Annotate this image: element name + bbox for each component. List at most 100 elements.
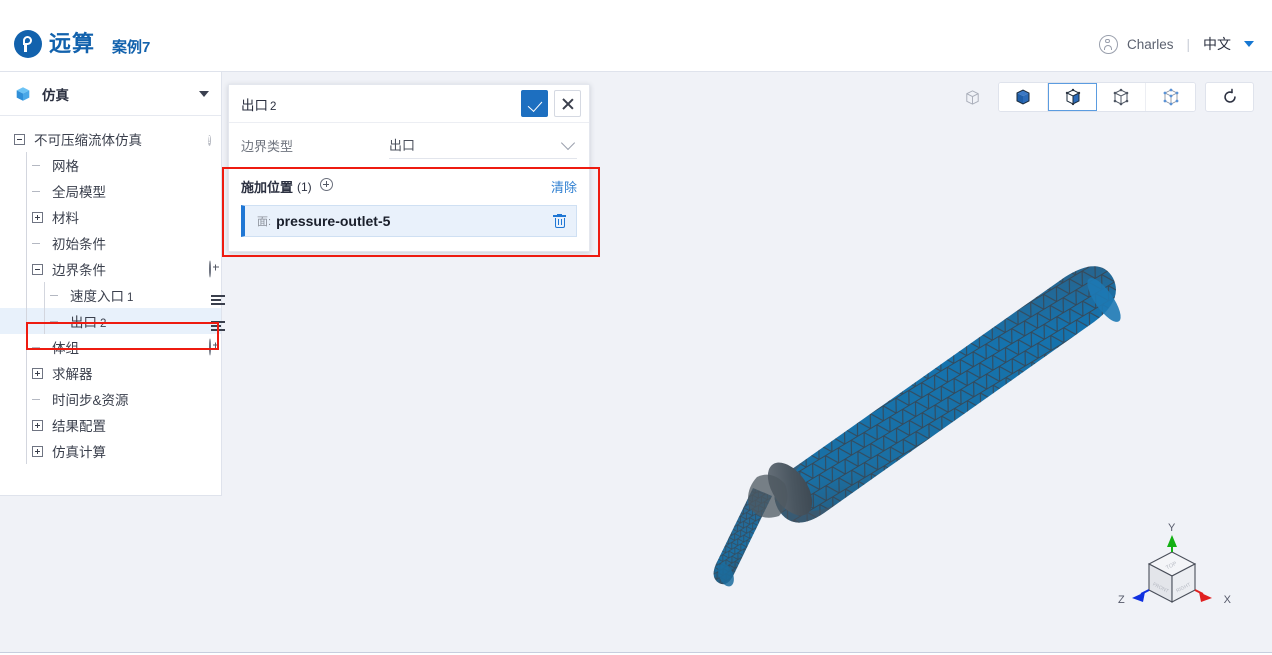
tree-header[interactable]: 仿真	[0, 72, 221, 116]
simulation-tree-panel: 仿真 不可压缩流体仿真! 网格全局模型材料初始条件边界条件速度入口 1 出口 2 体组求解…	[0, 72, 225, 496]
tree-item-4[interactable]: 初始条件	[0, 230, 221, 256]
tree-item-label: 时间步&资源	[52, 393, 129, 408]
tree-connector-line	[26, 256, 27, 282]
applied-location-section: 施加位置 (1) 清除 面: pressure-outlet-5	[229, 167, 589, 251]
tree-item-0[interactable]: 不可压缩流体仿真!	[0, 126, 221, 152]
expand-icon[interactable]	[32, 445, 43, 457]
axis-label-x: X	[1223, 594, 1231, 606]
chevron-down-icon	[560, 135, 576, 150]
tree-connector-line	[26, 334, 27, 360]
tree-connector-line	[26, 282, 27, 308]
shading-mode-solid-edges-button[interactable]	[1048, 83, 1097, 111]
brand[interactable]: 远算	[14, 30, 95, 58]
info-icon[interactable]: !	[207, 131, 211, 147]
tree-connector-line	[44, 308, 45, 334]
boundary-condition-panel: 出口 2 边界类型 出口 施加位置 (1) 清除 面: pressure-outl…	[228, 84, 590, 252]
cancel-button[interactable]	[554, 90, 581, 117]
tree-branch-line-icon	[32, 394, 43, 405]
tree-item-label: 全局模型	[52, 185, 106, 200]
collapse-icon[interactable]	[32, 263, 43, 275]
expand-icon[interactable]	[32, 211, 43, 223]
tree-item-8[interactable]: 体组	[0, 334, 221, 360]
tree-branch-line-icon	[32, 238, 43, 249]
tree-item-label: 仿真计算	[52, 445, 106, 460]
tree-connector-line	[26, 386, 27, 412]
tree-item-label: 体组	[52, 341, 79, 356]
tree-item-10[interactable]: 时间步&资源	[0, 386, 221, 412]
tree-item-9[interactable]: 求解器	[0, 360, 221, 386]
topbar-right-group: Charles | 中文	[1098, 34, 1254, 54]
tree-item-label: 初始条件	[52, 237, 106, 252]
boundary-type-value: 出口	[389, 138, 416, 153]
add-location-button[interactable]	[319, 177, 333, 196]
tree-item-7[interactable]: 出口 2	[0, 308, 225, 334]
tree-item-6[interactable]: 速度入口 1	[0, 282, 225, 308]
shading-mode-points-button[interactable]	[1146, 83, 1195, 111]
tree-connector-line	[26, 360, 27, 386]
tree-item-3[interactable]: 材料	[0, 204, 221, 230]
plus-circle-icon[interactable]	[209, 338, 211, 356]
expand-icon[interactable]	[32, 419, 43, 431]
tree-connector-line	[26, 204, 27, 230]
applied-location-count: (1)	[297, 179, 312, 194]
tree-connector-line	[26, 230, 27, 256]
tree-connector-line	[26, 152, 27, 178]
blue-cube-icon	[14, 85, 32, 103]
shading-mode-wireframe-button[interactable]	[1097, 83, 1146, 111]
tree-item-1[interactable]: 网格	[0, 152, 221, 178]
caret-down-icon[interactable]	[199, 90, 209, 97]
tree-connector-line	[26, 412, 27, 438]
brand-name: 远算	[49, 31, 96, 56]
circular-logo-icon	[14, 30, 42, 58]
panel-title: 出口 2	[241, 94, 521, 114]
tree-branch-line-icon	[50, 290, 61, 301]
tree-item-label: 速度入口 1	[70, 289, 134, 304]
confirm-button[interactable]	[521, 90, 548, 117]
panel-title-number: 2	[270, 100, 277, 113]
language-selector-label[interactable]: 中文	[1203, 34, 1231, 54]
caret-down-icon[interactable]	[1244, 41, 1254, 47]
axis-label-z: Z	[1118, 594, 1125, 606]
plus-circle-icon[interactable]	[209, 260, 211, 278]
tree-connector-line	[44, 282, 45, 308]
location-list-item[interactable]: 面: pressure-outlet-5	[241, 205, 577, 237]
tree-item-label: 材料	[52, 211, 79, 226]
tree-item-number: 1	[127, 292, 134, 304]
tree-connector-line	[26, 308, 27, 334]
tree-connector-line	[26, 438, 27, 464]
wireframe-cube-icon[interactable]	[955, 82, 989, 112]
tree-branch-line-icon	[32, 160, 43, 171]
tree-connector-line	[26, 178, 27, 204]
tree-item-label: 不可压缩流体仿真	[34, 133, 142, 148]
shading-mode-solid-button[interactable]	[999, 83, 1048, 111]
tree-item-12[interactable]: 仿真计算	[0, 438, 221, 464]
top-bar: 远算 案例7 Charles | 中文	[0, 0, 1272, 72]
axis-label-y: Y	[1168, 522, 1176, 534]
axis-orientation-gizmo[interactable]: TOP FRONT RIGHT Y X Z	[1117, 522, 1231, 617]
boundary-type-select[interactable]: 出口	[389, 132, 577, 159]
tree-items-container: 不可压缩流体仿真! 网格全局模型材料初始条件边界条件速度入口 1 出口 2 体组求解器时间…	[0, 116, 225, 464]
trash-icon[interactable]	[553, 213, 566, 229]
viewport-toolbar	[955, 82, 1254, 112]
tree-item-label: 网格	[52, 159, 79, 174]
user-avatar-icon	[1098, 34, 1118, 54]
tree-item-label: 求解器	[52, 367, 93, 382]
tree-item-label: 结果配置	[52, 419, 106, 434]
project-name[interactable]: 案例7	[112, 36, 150, 57]
reset-view-icon	[1223, 88, 1236, 103]
topbar-divider: |	[1186, 36, 1190, 52]
reset-view-button[interactable]	[1205, 82, 1254, 112]
user-name[interactable]: Charles	[1127, 37, 1174, 52]
tree-branch-line-icon	[50, 316, 61, 327]
tree-item-5[interactable]: 边界条件	[0, 256, 221, 282]
boundary-type-row: 边界类型 出口	[229, 123, 589, 167]
collapse-icon[interactable]	[14, 133, 25, 145]
expand-icon[interactable]	[32, 367, 43, 379]
shading-mode-group	[998, 82, 1196, 112]
tree-item-2[interactable]: 全局模型	[0, 178, 221, 204]
tree-item-11[interactable]: 结果配置	[0, 412, 221, 438]
applied-location-header: 施加位置 (1) 清除	[241, 177, 577, 196]
location-item-name: pressure-outlet-5	[276, 213, 391, 229]
clear-locations-button[interactable]: 清除	[551, 177, 577, 196]
tree-branch-line-icon	[32, 342, 43, 353]
